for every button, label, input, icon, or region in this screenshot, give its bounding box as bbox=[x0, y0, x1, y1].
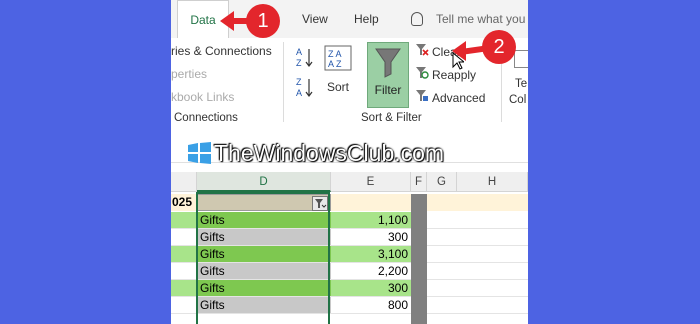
column-header-blank bbox=[171, 172, 197, 192]
row-left-cell[interactable] bbox=[171, 263, 197, 280]
cell-gh[interactable] bbox=[427, 280, 528, 297]
svg-text:A: A bbox=[296, 47, 302, 57]
windows-logo-icon bbox=[188, 142, 211, 164]
filter-header-cell[interactable] bbox=[197, 194, 331, 211]
worksheet-grid: D E F G H 025 Gifts 1,100 Gifts 300 Gifts 3,1… bbox=[171, 172, 528, 324]
advanced-filter-icon bbox=[415, 89, 429, 105]
lightbulb-icon bbox=[411, 12, 423, 26]
sort-filter-group-label: Sort & Filter bbox=[361, 112, 422, 124]
row-left-cell[interactable] bbox=[171, 212, 197, 229]
cell-gh[interactable] bbox=[427, 229, 528, 246]
cell-e[interactable]: 2,200 bbox=[331, 263, 411, 280]
column-header-d[interactable]: D bbox=[197, 172, 331, 192]
row-left-cell[interactable] bbox=[171, 229, 197, 246]
row-left-cell[interactable] bbox=[171, 280, 197, 297]
header-left-cell: 025 bbox=[171, 194, 197, 211]
cell-e[interactable]: 1,100 bbox=[331, 212, 411, 229]
cell-d[interactable]: Gifts bbox=[197, 263, 331, 280]
mouse-cursor-icon bbox=[452, 52, 464, 70]
queries-connections-button[interactable]: ries & Connections bbox=[171, 44, 272, 58]
hidden-column-f bbox=[411, 194, 427, 324]
svg-text:A: A bbox=[296, 88, 302, 98]
svg-text:Z: Z bbox=[296, 77, 302, 87]
cell-e[interactable]: 300 bbox=[331, 229, 411, 246]
svg-text:Z: Z bbox=[296, 58, 302, 68]
filter-dropdown-icon[interactable] bbox=[312, 196, 328, 211]
properties-button[interactable]: perties bbox=[171, 67, 207, 81]
text-to-columns-label-1: Te bbox=[515, 78, 528, 90]
cell-gh[interactable] bbox=[427, 246, 528, 263]
sort-dialog-icon: Z AA Z bbox=[324, 45, 352, 71]
watermark-logo: TheWindowsClub.com bbox=[188, 140, 444, 167]
cell-d[interactable]: Gifts bbox=[197, 297, 331, 314]
text-to-columns-icon[interactable] bbox=[514, 50, 528, 68]
row-left-cell[interactable] bbox=[171, 246, 197, 263]
watermark-text: TheWindowsClub.com bbox=[214, 140, 445, 166]
callout-1-arrowhead bbox=[220, 11, 234, 31]
text-to-columns-label-2: Col bbox=[509, 94, 527, 106]
connections-group-label: Connections bbox=[174, 112, 238, 124]
cell-e[interactable]: 800 bbox=[331, 297, 411, 314]
cell-gh[interactable] bbox=[427, 212, 528, 229]
advanced-label: Advanced bbox=[432, 91, 486, 105]
cell-d[interactable]: Gifts bbox=[197, 246, 331, 263]
reapply-label: Reapply bbox=[432, 68, 477, 82]
header-cell-gh bbox=[427, 194, 528, 211]
cell-d[interactable]: Gifts bbox=[197, 212, 331, 229]
cell-gh[interactable] bbox=[427, 297, 528, 314]
cell-e[interactable]: 3,100 bbox=[331, 246, 411, 263]
sort-az-icon[interactable]: AZ bbox=[295, 46, 315, 68]
column-header-e[interactable]: E bbox=[331, 172, 411, 192]
advanced-button[interactable]: Advanced bbox=[415, 89, 485, 105]
column-header-g[interactable]: G bbox=[427, 172, 457, 192]
svg-text:Z A: Z A bbox=[328, 49, 342, 59]
reapply-icon bbox=[415, 66, 429, 82]
callout-1-badge: 1 bbox=[246, 4, 280, 38]
group-separator bbox=[283, 42, 284, 122]
cell-d[interactable]: Gifts bbox=[197, 280, 331, 297]
sort-label: Sort bbox=[326, 80, 349, 94]
column-header-f[interactable]: F bbox=[411, 172, 427, 192]
filter-button[interactable]: Filter bbox=[367, 42, 409, 108]
filter-label: Filter bbox=[374, 83, 402, 97]
cell-gh[interactable] bbox=[427, 263, 528, 280]
column-header-h[interactable]: H bbox=[457, 172, 528, 192]
clear-filter-icon bbox=[415, 43, 429, 59]
tell-me-search[interactable]: Tell me what you bbox=[436, 0, 525, 38]
edit-links-button[interactable]: kbook Links bbox=[171, 90, 234, 104]
sort-button[interactable]: Z AA Z Sort bbox=[323, 44, 353, 110]
callout-2-badge: 2 bbox=[482, 30, 516, 64]
row-left-cell[interactable] bbox=[171, 297, 197, 314]
header-cell-e bbox=[331, 194, 411, 211]
cell-d[interactable]: Gifts bbox=[197, 229, 331, 246]
tab-view[interactable]: View bbox=[302, 0, 328, 38]
tab-help[interactable]: Help bbox=[354, 0, 379, 38]
reapply-button[interactable]: Reapply bbox=[415, 66, 476, 82]
sort-za-icon[interactable]: ZA bbox=[295, 76, 315, 98]
svg-text:A Z: A Z bbox=[328, 59, 342, 69]
cell-e[interactable]: 300 bbox=[331, 280, 411, 297]
funnel-icon bbox=[375, 48, 401, 78]
